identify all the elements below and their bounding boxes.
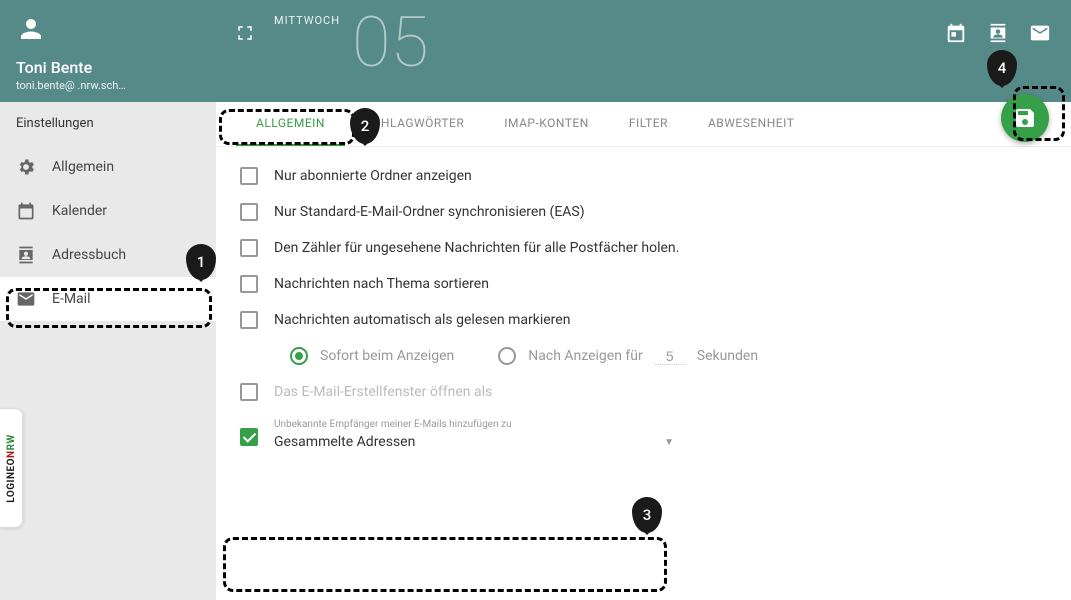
contacts-icon <box>16 245 36 265</box>
gear-icon <box>16 157 36 177</box>
checkbox-icon[interactable] <box>240 311 258 329</box>
checkbox-icon[interactable] <box>240 167 258 185</box>
option-add-unknown-recipients: Unbekannte Empfänger meiner E-Mails hinz… <box>240 419 1047 455</box>
sidebar-item-label: Adressbuch <box>52 247 126 263</box>
day-number: 05 <box>352 8 429 78</box>
sidebar-item-label: Kalender <box>52 203 107 219</box>
save-button[interactable] <box>1001 94 1049 142</box>
radio-immediate[interactable] <box>290 347 308 365</box>
caret-down-icon: ▼ <box>664 437 674 448</box>
logineo-side-tab[interactable]: LOGINEONRW <box>0 408 23 528</box>
avatar-icon <box>16 14 200 52</box>
option-unseen-counter[interactable]: Den Zähler für ungesehene Nachrichten fü… <box>240 239 1047 257</box>
option-compose-window[interactable]: Das E-Mail-Erstellfenster öffnen als <box>240 383 1047 401</box>
sidebar-item-label: E-Mail <box>52 291 90 307</box>
radio-label: Nach Anzeigen für <box>528 348 642 364</box>
sidebar-item-email[interactable]: E-Mail <box>0 277 216 321</box>
mail-icon <box>16 289 36 309</box>
checkbox-icon[interactable] <box>240 203 258 221</box>
radio-label: Sofort beim Anzeigen <box>320 348 454 364</box>
profile-name: Toni Bente <box>16 58 200 77</box>
calendar-header-icon[interactable] <box>945 22 967 48</box>
date-block: MITTWOCH 05 <box>274 8 429 78</box>
option-label: Nur abonnierte Ordner anzeigen <box>274 168 472 184</box>
profile-block: Toni Bente toni.bente@ .nrw.sch… <box>0 0 216 102</box>
radio-row-mark-read: Sofort beim Anzeigen Nach Anzeigen für S… <box>290 347 1047 365</box>
sidebar-item-allgemein[interactable]: Allgemein <box>0 145 216 189</box>
header: MITTWOCH 05 <box>216 0 1071 102</box>
select-value: Gesammelte Adressen <box>274 434 415 450</box>
sidebar-item-adressbuch[interactable]: Adressbuch <box>0 233 216 277</box>
checkbox-icon[interactable] <box>240 383 258 401</box>
sidebar-item-label: Allgemein <box>52 159 114 175</box>
checkbox-icon[interactable] <box>240 275 258 293</box>
option-sync-standard[interactable]: Nur Standard-E-Mail-Ordner synchronisier… <box>240 203 1047 221</box>
option-label: Nachrichten automatisch als gelesen mark… <box>274 312 570 328</box>
unit-label: Sekunden <box>697 348 758 364</box>
calendar-icon <box>16 201 36 221</box>
checkbox-icon[interactable] <box>240 239 258 257</box>
radio-after-delay[interactable] <box>498 347 516 365</box>
tabs: ALLGEMEIN SCHLAGWÖRTER IMAP-KONTEN FILTE… <box>216 102 1071 147</box>
profile-email: toni.bente@ .nrw.sch… <box>16 79 200 92</box>
fullscreen-icon[interactable] <box>236 24 254 46</box>
tab-abwesenheit[interactable]: ABWESENHEIT <box>688 102 814 146</box>
select-label: Unbekannte Empfänger meiner E-Mails hinz… <box>274 419 674 430</box>
option-subscribed-folders[interactable]: Nur abonnierte Ordner anzeigen <box>240 167 1047 185</box>
day-name: MITTWOCH <box>274 14 340 27</box>
option-label: Nachrichten nach Thema sortieren <box>274 276 489 292</box>
select-collected-addresses[interactable]: Gesammelte Adressen ▼ <box>274 430 674 455</box>
tab-filter[interactable]: FILTER <box>609 102 688 146</box>
option-auto-mark-read[interactable]: Nachrichten automatisch als gelesen mark… <box>240 311 1047 329</box>
checkbox-icon[interactable] <box>240 428 258 446</box>
option-label: Nur Standard-E-Mail-Ordner synchronisier… <box>274 204 585 220</box>
tab-allgemein[interactable]: ALLGEMEIN <box>236 102 345 146</box>
option-label: Den Zähler für ungesehene Nachrichten fü… <box>274 240 679 256</box>
sidebar-item-kalender[interactable]: Kalender <box>0 189 216 233</box>
mail-header-icon[interactable] <box>1029 22 1051 48</box>
sidebar-title: Einstellungen <box>0 102 216 145</box>
option-label: Das E-Mail-Erstellfenster öffnen als <box>274 384 492 400</box>
contacts-header-icon[interactable] <box>987 22 1009 48</box>
option-sort-by-topic[interactable]: Nachrichten nach Thema sortieren <box>240 275 1047 293</box>
delay-seconds-input[interactable] <box>655 348 685 365</box>
tab-imap-konten[interactable]: IMAP-KONTEN <box>484 102 609 146</box>
save-icon <box>1013 106 1037 130</box>
